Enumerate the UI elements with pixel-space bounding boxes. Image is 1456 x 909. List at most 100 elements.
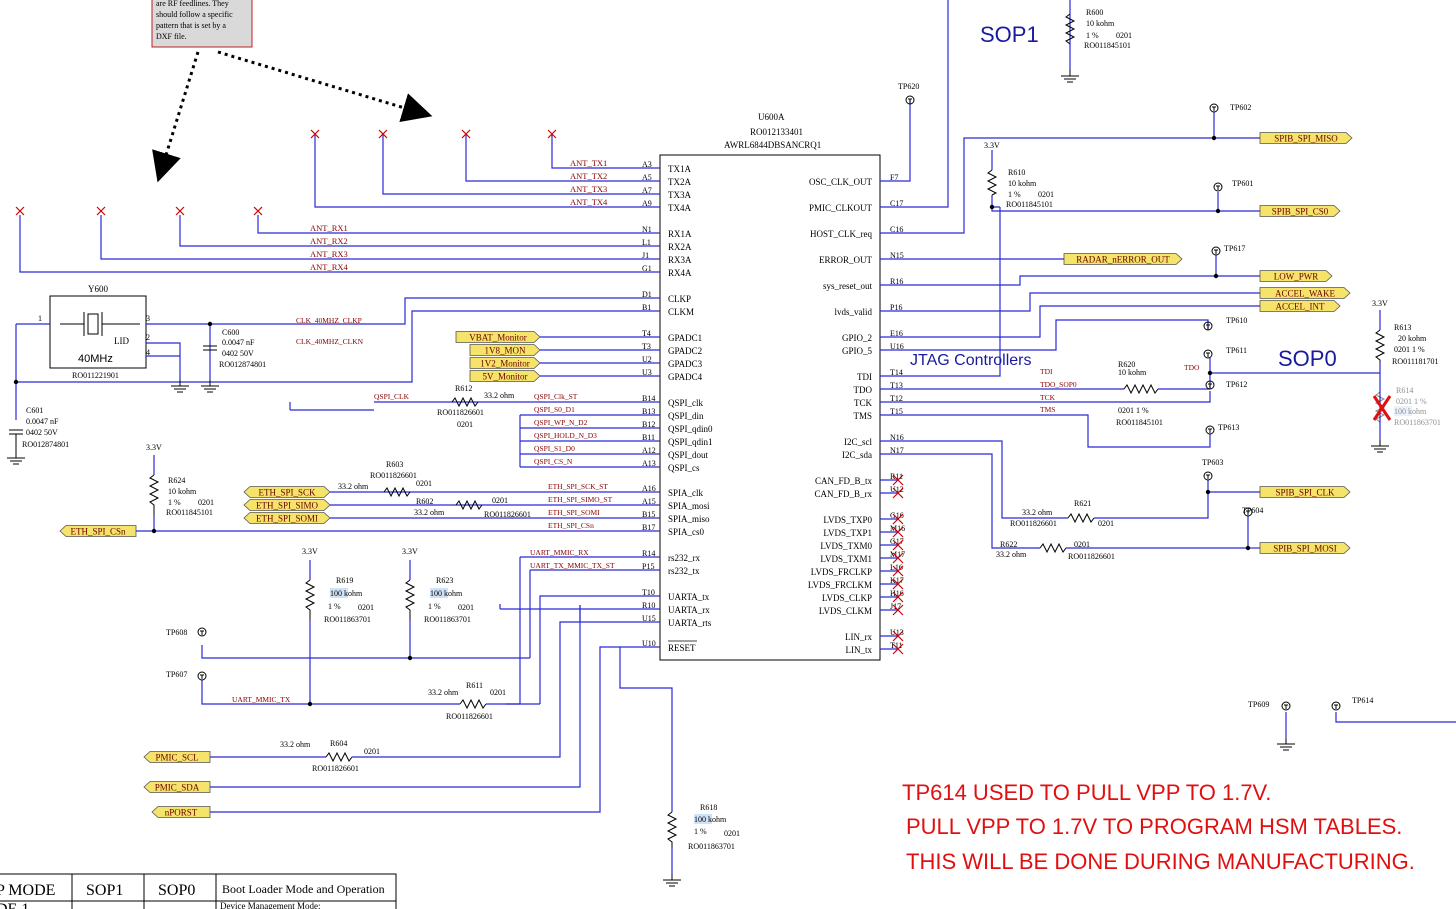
- svg-text:0201: 0201: [1098, 519, 1114, 528]
- note-line: pattern that is set by a: [156, 21, 226, 30]
- pin-name: sys_reset_out: [823, 281, 872, 291]
- net-clkp: CLK_40MHZ_CLKP: [296, 316, 362, 325]
- svg-text:RO011826601: RO011826601: [484, 510, 531, 519]
- pin-name: TX2A: [668, 177, 691, 187]
- junction-dot: [1211, 135, 1217, 141]
- pin-name: QSPI_qdin0: [668, 424, 713, 434]
- i2c-scl-wire: [880, 440, 1209, 519]
- pin-name: LVDS_TXM1: [820, 554, 872, 564]
- net: UART_TX_MMIC_TX_ST: [530, 561, 615, 570]
- pin-name: HOST_CLK_req: [810, 229, 872, 239]
- pin-name: QSPI_cs: [668, 463, 700, 473]
- svg-text:Device Management Mode:: Device Management Mode:: [220, 901, 320, 909]
- svg-text:0201: 0201: [358, 603, 374, 612]
- junction-dot: [151, 528, 157, 534]
- svg-text:R618: R618: [700, 803, 717, 812]
- pin-name: lvds_valid: [835, 307, 873, 317]
- svg-text:0201: 0201: [490, 688, 506, 697]
- svg-text:0201: 0201: [198, 498, 214, 507]
- test-point-label: TP603: [1202, 458, 1223, 467]
- pin-name: LVDS_CLKP: [822, 593, 872, 603]
- svg-text:33.2 ohm: 33.2 ohm: [1022, 508, 1053, 517]
- junction-dot: [1213, 273, 1219, 279]
- junction-dot: [13, 379, 19, 385]
- boot-mode-table: P MODE SOP1 SOP0 Boot Loader Mode and Op…: [0, 873, 397, 909]
- svg-text:3.3V: 3.3V: [1372, 299, 1388, 308]
- svg-text:3.3V: 3.3V: [984, 141, 1000, 150]
- note-tp614: TP614 USED TO PULL VPP TO 1.7V.: [902, 780, 1271, 805]
- net-tdo: TDO: [1184, 363, 1200, 372]
- svg-text:0201: 0201: [1074, 540, 1090, 549]
- svg-text:20 kohm: 20 kohm: [1398, 334, 1427, 343]
- svg-text:R623: R623: [436, 576, 453, 585]
- svg-text:0.0047 nF: 0.0047 nF: [222, 338, 255, 347]
- sop0-label: SOP0: [1278, 346, 1337, 371]
- pin-name: LVDS_CLKM: [819, 606, 872, 616]
- pin-name: I2C_sda: [842, 450, 872, 460]
- pin-name: TCK: [854, 398, 873, 408]
- pin-name: RX2A: [668, 242, 692, 252]
- net: ETH_SPI_SCK_ST: [548, 482, 608, 491]
- test-point-label: TP620: [898, 82, 919, 91]
- svg-text:2: 2: [146, 333, 150, 342]
- note-arrow: [217, 50, 433, 123]
- net-port-label: 5V_Monitor: [483, 372, 528, 382]
- pin-name: QSPI_din: [668, 411, 704, 421]
- net: QSPI_WP_N_D2: [534, 418, 588, 427]
- pin-name: QSPI_clk: [668, 398, 704, 408]
- svg-text:100 kohm: 100 kohm: [1394, 407, 1427, 416]
- net-port-label: SPIB_SPI_CLK: [1275, 488, 1335, 498]
- svg-text:R613: R613: [1394, 323, 1411, 332]
- pin-name: TDO: [854, 385, 873, 395]
- net: ETH_SPI_SOMI: [548, 508, 600, 517]
- host-clk-wire: [880, 137, 1260, 234]
- svg-text:33.2 ohm: 33.2 ohm: [996, 550, 1027, 559]
- pin-name: PMIC_CLKOUT: [809, 203, 873, 213]
- junction-dot: [989, 204, 995, 210]
- net-port-label: nPORST: [165, 808, 198, 818]
- net: QSPI_S0_D1: [534, 405, 575, 414]
- svg-text:R602: R602: [416, 497, 433, 506]
- antenna-net-label: ANT_TX4: [570, 197, 608, 207]
- net-port-label: ETH_SPI_CSn: [70, 527, 126, 537]
- svg-text:RO011181701: RO011181701: [1392, 357, 1439, 366]
- svg-text:RO011826601: RO011826601: [446, 712, 493, 721]
- net: ETH_SPI_SIMO_ST: [548, 495, 613, 504]
- test-point-label: TP617: [1224, 244, 1245, 253]
- junction-dot: [307, 701, 313, 707]
- svg-text:0201: 0201: [1116, 31, 1132, 40]
- pin-name: CAN_FD_B_tx: [815, 476, 873, 486]
- pin-name: GPIO_5: [842, 346, 873, 356]
- net-port-label: ETH_SPI_SIMO: [256, 501, 319, 511]
- pin-name: LVDS_FRCLKP: [811, 567, 872, 577]
- svg-text:Boot Loader Mode and Operation: Boot Loader Mode and Operation: [222, 882, 385, 896]
- net: QSPI_Clk_ST: [534, 392, 578, 401]
- pin-name: UARTA_rx: [668, 605, 710, 615]
- pin-name: rs232_tx: [668, 566, 700, 576]
- svg-text:1 %: 1 %: [168, 498, 181, 507]
- svg-text:1 %: 1 %: [428, 602, 441, 611]
- svg-text:SOP1: SOP1: [86, 882, 123, 899]
- pin-name: SPIA_miso: [668, 514, 710, 524]
- svg-text:DE 1: DE 1: [0, 901, 29, 909]
- antenna-net-label: ANT_RX3: [310, 249, 348, 259]
- svg-text:R611: R611: [466, 681, 483, 690]
- net-port-label: ACCEL_INT: [1276, 302, 1325, 312]
- antenna-net-label: ANT_RX1: [310, 223, 348, 233]
- svg-text:Y600: Y600: [88, 284, 108, 294]
- svg-text:RO011863701: RO011863701: [424, 615, 471, 624]
- pin-name: I2C_scl: [844, 437, 872, 447]
- r604: R604 33.2 ohm 0201 RO011826601: [280, 739, 380, 773]
- svg-text:0201: 0201: [457, 420, 473, 429]
- svg-text:R614: R614: [1396, 386, 1413, 395]
- svg-text:0201 1 %: 0201 1 %: [1394, 345, 1425, 354]
- pin-name: GPADC4: [668, 372, 703, 382]
- svg-text:P MODE: P MODE: [0, 882, 55, 899]
- pin-name: QSPI_dout: [668, 450, 709, 460]
- net-port-label: ACCEL_WAKE: [1275, 289, 1335, 299]
- net-clkn: CLK_40MHZ_CLKN: [296, 337, 364, 346]
- pin-name: GPADC2: [668, 346, 702, 356]
- antenna-net-label: ANT_RX2: [310, 236, 348, 246]
- svg-text:0201: 0201: [724, 829, 740, 838]
- svg-text:RO011826601: RO011826601: [370, 471, 417, 480]
